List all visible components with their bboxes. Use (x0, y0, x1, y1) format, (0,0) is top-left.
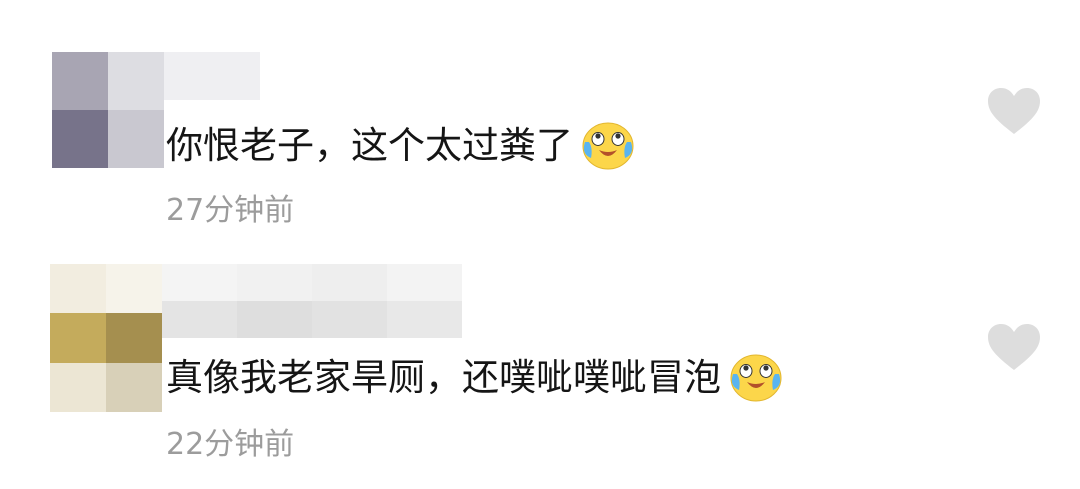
comment-text-content: 你恨老子，这个太过粪了 (166, 123, 573, 167)
comment-text-content: 真像我老家旱厕，还噗呲噗呲冒泡 (166, 355, 721, 399)
tearful-laugh-emoji-icon (730, 354, 782, 402)
heart-icon[interactable] (986, 322, 1042, 372)
username[interactable] (162, 264, 462, 338)
comment-timestamp: 22分钟前 (166, 427, 295, 462)
comment-timestamp: 27分钟前 (166, 193, 295, 228)
comment-text: 真像我老家旱厕，还噗呲噗呲冒泡 (166, 350, 783, 404)
avatar[interactable] (52, 52, 164, 168)
comment-item[interactable]: 你恨老子，这个太过粪了 27分钟前 (0, 0, 1080, 250)
comment-text: 你恨老子，这个太过粪了 (166, 118, 635, 172)
avatar[interactable] (50, 264, 162, 412)
username[interactable] (164, 52, 260, 100)
heart-icon[interactable] (986, 86, 1042, 136)
tearful-laugh-emoji-icon (582, 122, 634, 170)
comment-item[interactable]: 真像我老家旱厕，还噗呲噗呲冒泡 22分钟前 (0, 250, 1080, 489)
